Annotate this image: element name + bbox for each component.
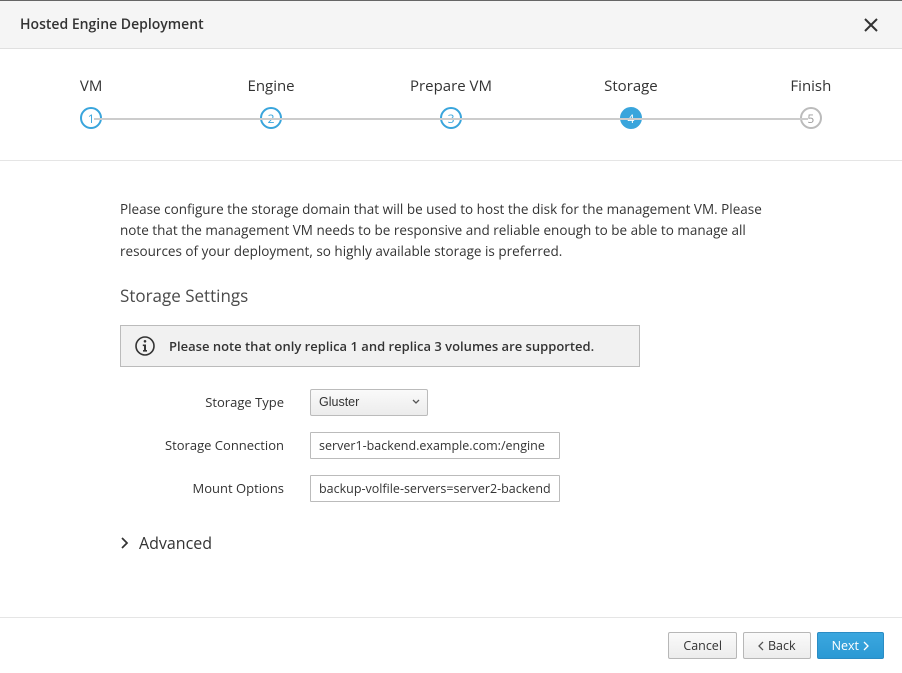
close-button[interactable] — [856, 10, 886, 40]
intro-paragraph: Please configure the storage domain that… — [120, 199, 782, 262]
modal-header: Hosted Engine Deployment — [0, 1, 902, 49]
step-finish: Finish 5 — [751, 77, 871, 129]
storage-connection-input[interactable] — [310, 432, 560, 459]
step-label: Finish — [751, 77, 871, 95]
wizard-steps: VM 1 Engine 2 Prepare VM 3 Storage 4 Fin… — [0, 49, 902, 161]
storage-type-value: Gluster — [319, 395, 359, 409]
mount-options-label: Mount Options — [120, 479, 310, 497]
chevron-right-icon — [863, 641, 869, 651]
cancel-label: Cancel — [683, 637, 722, 654]
info-note: Please note that only replica 1 and repl… — [120, 325, 640, 367]
storage-type-label: Storage Type — [120, 393, 310, 411]
next-label: Next — [832, 637, 859, 654]
next-button[interactable]: Next — [817, 632, 884, 659]
modal-body: Please configure the storage domain that… — [0, 161, 902, 617]
step-label: Prepare VM — [391, 77, 511, 95]
step-storage[interactable]: Storage 4 — [571, 77, 691, 129]
chevron-left-icon — [758, 641, 764, 651]
step-label: VM — [31, 77, 151, 95]
storage-settings-heading: Storage Settings — [120, 284, 782, 307]
step-connector — [94, 118, 808, 120]
storage-type-select[interactable]: Gluster — [310, 389, 428, 416]
hosted-engine-modal: Hosted Engine Deployment VM 1 Engine 2 P… — [0, 0, 902, 673]
info-icon — [135, 336, 155, 356]
step-vm[interactable]: VM 1 — [31, 77, 151, 129]
step-label: Storage — [571, 77, 691, 95]
mount-options-input[interactable] — [310, 475, 560, 502]
back-button[interactable]: Back — [743, 632, 811, 659]
cancel-button[interactable]: Cancel — [668, 632, 737, 659]
modal-footer: Cancel Back Next — [0, 617, 902, 673]
storage-connection-row: Storage Connection — [120, 432, 782, 459]
modal-title: Hosted Engine Deployment — [20, 15, 856, 34]
info-note-text: Please note that only replica 1 and repl… — [169, 337, 594, 355]
close-icon — [864, 18, 878, 32]
advanced-toggle[interactable]: Advanced — [120, 532, 782, 554]
back-label: Back — [768, 637, 796, 654]
chevron-right-icon — [120, 536, 129, 550]
mount-options-row: Mount Options — [120, 475, 782, 502]
storage-type-row: Storage Type Gluster — [120, 389, 782, 416]
step-prepare-vm[interactable]: Prepare VM 3 — [391, 77, 511, 129]
storage-connection-label: Storage Connection — [120, 436, 310, 454]
step-engine[interactable]: Engine 2 — [211, 77, 331, 129]
step-label: Engine — [211, 77, 331, 95]
advanced-label: Advanced — [139, 532, 212, 554]
